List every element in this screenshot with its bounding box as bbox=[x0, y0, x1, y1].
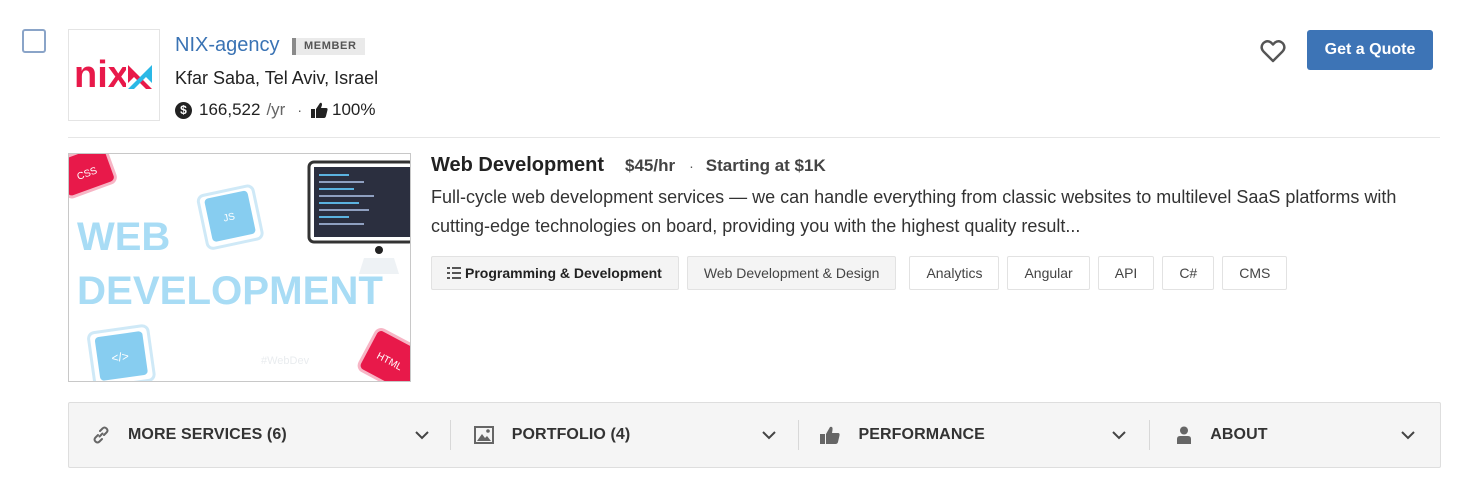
dollar-icon: $ bbox=[175, 101, 192, 119]
web-headline: WEB bbox=[77, 215, 170, 259]
more-services-label: MORE SERVICES (6) bbox=[128, 426, 287, 443]
tag-item[interactable]: API bbox=[1097, 256, 1155, 290]
company-stats: $ 166,522 /yr · 100% bbox=[175, 99, 376, 121]
chevron-down-icon bbox=[761, 427, 777, 448]
hashtag-label: #WebDev bbox=[261, 355, 310, 367]
chevron-down-icon bbox=[414, 427, 430, 448]
performance-label: PERFORMANCE bbox=[858, 426, 985, 443]
tag-item[interactable]: Analytics bbox=[909, 256, 1000, 290]
rating-value: 100% bbox=[332, 100, 376, 119]
portfolio-label: PORTFOLIO (4) bbox=[511, 426, 631, 443]
revenue-unit: /yr bbox=[266, 100, 286, 119]
member-badge: MEMBER bbox=[292, 38, 365, 55]
user-icon bbox=[1176, 426, 1192, 444]
image-icon bbox=[473, 426, 494, 444]
service-header: Web Development $45/hr · Starting at $1K bbox=[431, 152, 826, 179]
chevron-down-icon bbox=[1111, 427, 1127, 448]
company-logo[interactable]: nix bbox=[68, 29, 160, 121]
stats-separator: · bbox=[297, 102, 303, 118]
web-development-illustration: CSS JS WEB DEVELOPMENT </> #WebDev HTML bbox=[69, 154, 410, 381]
chevron-down-icon bbox=[1400, 427, 1416, 448]
logo-text: nix bbox=[74, 55, 129, 95]
select-checkbox[interactable] bbox=[22, 29, 46, 53]
tag-item[interactable]: C# bbox=[1162, 256, 1215, 290]
section-divider bbox=[68, 137, 1440, 138]
service-image[interactable]: CSS JS WEB DEVELOPMENT </> #WebDev HTML bbox=[68, 153, 411, 382]
tag-item[interactable]: Angular bbox=[1007, 256, 1090, 290]
development-headline: DEVELOPMENT bbox=[77, 269, 383, 313]
more-services-toggle[interactable]: MORE SERVICES (6) bbox=[69, 403, 450, 467]
heart-icon[interactable] bbox=[1259, 37, 1287, 65]
portfolio-toggle[interactable]: PORTFOLIO (4) bbox=[451, 403, 799, 467]
thumbs-up-icon bbox=[311, 102, 328, 118]
company-name-link[interactable]: NIX-agency bbox=[175, 33, 280, 57]
get-a-quote-button[interactable]: Get a Quote bbox=[1307, 30, 1433, 70]
service-tags: Programming & Development Web Developmen… bbox=[431, 256, 1288, 290]
service-description: Full-cycle web development services — we… bbox=[431, 187, 1397, 236]
about-label: ABOUT bbox=[1210, 426, 1268, 443]
link-icon bbox=[92, 426, 110, 444]
tag-category[interactable]: Programming & Development bbox=[431, 256, 679, 290]
tag-category-label: Programming & Development bbox=[465, 265, 662, 281]
list-icon bbox=[447, 267, 461, 279]
about-toggle[interactable]: ABOUT bbox=[1150, 403, 1440, 467]
profile-sections-bar: MORE SERVICES (6) PORTFOLIO (4) PERFORMA… bbox=[68, 402, 1441, 468]
hourly-rate: $45/hr bbox=[625, 156, 676, 175]
min-project-size: Starting at $1K bbox=[705, 156, 826, 175]
nix-logo-icon: nix bbox=[74, 55, 154, 95]
tag-item[interactable]: CMS bbox=[1222, 256, 1288, 290]
code-label: </> bbox=[111, 349, 130, 365]
revenue-value: 166,522 bbox=[199, 100, 261, 119]
rate-separator: · bbox=[689, 158, 694, 174]
service-title[interactable]: Web Development bbox=[431, 152, 604, 178]
company-location: Kfar Saba, Tel Aviv, Israel bbox=[175, 68, 379, 88]
performance-toggle[interactable]: PERFORMANCE bbox=[799, 403, 1149, 467]
tag-subcategory[interactable]: Web Development & Design bbox=[686, 256, 897, 290]
thumbs-up-icon bbox=[820, 426, 841, 444]
